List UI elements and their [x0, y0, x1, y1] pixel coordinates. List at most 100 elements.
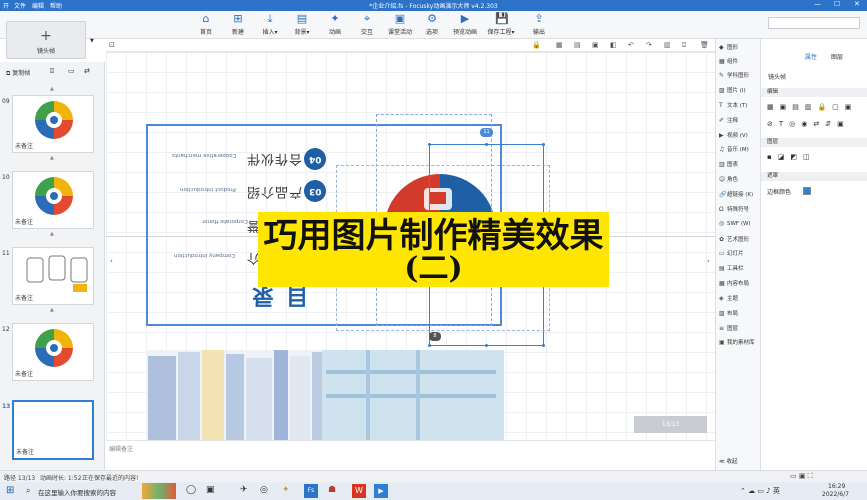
tray-icons[interactable]: ⌃ ☁ ▭ ♪ 英 — [740, 486, 780, 496]
slide-thumbnail-12[interactable]: 未备注 — [12, 323, 94, 381]
ribbon-export-button[interactable]: ⇪ 输出 — [522, 13, 556, 37]
resize-handle[interactable] — [485, 143, 488, 146]
windows-start-icon[interactable]: ⊞ — [6, 485, 14, 496]
redo-icon[interactable]: ↷ — [646, 41, 652, 49]
insert-symbol[interactable]: Ω 特殊符号 — [719, 205, 749, 213]
insert-slide[interactable]: ▭ 幻灯片 — [719, 249, 744, 257]
edit-tools-row1[interactable]: ▦▣▤▥🔒▢▣ — [767, 103, 857, 111]
taskbar-search-input[interactable]: 在这里输入你要搜索的内容 — [38, 487, 116, 497]
insert-annotation[interactable]: ✐ 注释 — [719, 116, 738, 124]
notes-field[interactable]: 编辑备注 — [106, 440, 715, 470]
duration-status: 动画时长: 1:52 — [40, 475, 82, 482]
insert-image[interactable]: ▨ 图片 (I) — [719, 86, 746, 94]
new-icon: ⊞ — [233, 12, 243, 25]
focusky-taskbar-icon[interactable]: Fs — [304, 484, 318, 498]
undo-icon[interactable]: ↶ — [628, 41, 634, 49]
help-search-input[interactable] — [768, 17, 860, 29]
insert-chart[interactable]: ▥ 图表 — [719, 160, 738, 168]
ribbon-animation-button[interactable]: ✦ 动画 — [318, 13, 352, 37]
insert-layer[interactable]: ≡ 图层 — [719, 324, 738, 332]
taskbar-app-icon[interactable]: ☗ — [328, 485, 336, 495]
slide-note-label: 未备注 — [15, 295, 34, 302]
fit-icon[interactable]: ⊡ — [109, 41, 115, 49]
scroll-icon: ▲ — [50, 231, 54, 237]
align-icon[interactable]: ▤ — [574, 41, 581, 49]
edit-tools-row2[interactable]: ⊘T◎◉⇄⇵▣ — [767, 120, 850, 128]
resize-handle[interactable] — [428, 344, 431, 347]
minimize-button[interactable]: — — [814, 0, 821, 8]
taskbar-app-icon[interactable]: ▶ — [374, 484, 388, 498]
wps-taskbar-icon[interactable]: W — [352, 484, 366, 498]
refresh-icon[interactable]: ⇄ — [84, 67, 90, 75]
layer-icon[interactable]: ▥ — [664, 41, 671, 49]
taskbar-app-icon[interactable]: ▣ — [206, 485, 215, 495]
ribbon-label: 预览动画 — [452, 29, 477, 36]
taskbar-app-icon[interactable]: ◎ — [260, 485, 268, 495]
tab-properties[interactable]: 属性 — [805, 52, 817, 61]
zoom-icons[interactable]: ▭ ▣ ⛶ — [790, 472, 813, 481]
scroll-up-icon[interactable]: ▲ — [50, 86, 54, 92]
ribbon-background-button[interactable]: ▤ 背景▾ — [285, 13, 319, 37]
ribbon-preview-button[interactable]: ▶ 预览动画 — [448, 13, 482, 37]
character-icon: ☺ — [719, 176, 726, 183]
insert-content-layout[interactable]: ▦ 内容布局 — [719, 279, 749, 287]
delete-icon[interactable]: 🗑 — [700, 41, 709, 49]
frame-icon[interactable]: ▣ — [592, 41, 599, 49]
slide-thumbnail-09[interactable]: 未备注 — [12, 95, 94, 153]
ribbon-insert-button[interactable]: ⤓ 插入▾ — [253, 13, 287, 37]
insert-my-library[interactable]: ▣ 我的素材库 — [719, 338, 755, 346]
maximize-button[interactable]: ☐ — [834, 0, 840, 8]
ribbon-new-button[interactable]: ⊞ 新建 — [221, 12, 255, 37]
tab-layers[interactable]: 图层 — [831, 52, 843, 61]
title-bar: 开 文件 编辑 帮助 *企业介绍.fs - Focusky动画演示大师 v4.2… — [0, 0, 867, 11]
taskbar-app-icon[interactable]: ✦ — [282, 485, 290, 495]
resize-handle[interactable] — [485, 344, 488, 347]
resize-handle[interactable] — [542, 143, 545, 146]
resize-handle[interactable] — [428, 143, 431, 146]
copy-frame-button[interactable]: ⧉ 复制帧 — [6, 68, 30, 78]
insert-music[interactable]: ♫ 音乐 (M) — [719, 145, 749, 153]
ribbon-options-button[interactable]: ⚙ 选项 — [415, 13, 449, 37]
slide-thumbnail-10[interactable]: 未备注 — [12, 171, 94, 229]
ribbon-home-button[interactable]: ⌂ 首页 — [189, 13, 223, 37]
taskbar-app-icon[interactable]: ✈ — [240, 485, 248, 495]
scroll-right-icon[interactable]: › — [707, 257, 710, 265]
task-view-icon[interactable]: ◯ — [186, 485, 196, 495]
screen-icon[interactable]: ▭ — [68, 67, 75, 75]
border-color-swatch[interactable] — [803, 187, 811, 195]
lens-dropdown-icon[interactable]: ▼ — [90, 38, 94, 44]
camera-icon[interactable]: ⌼ — [50, 67, 54, 76]
insert-character[interactable]: ☺ 角色 — [719, 175, 738, 183]
city-image — [146, 350, 504, 440]
close-button[interactable]: ✕ — [854, 0, 860, 8]
camera-icon[interactable]: ⌼ — [682, 41, 686, 50]
insert-theme[interactable]: ◈ 主题 — [719, 294, 738, 302]
ribbon-label: 插入▾ — [262, 29, 278, 36]
insert-swf[interactable]: ◎ SWF (W) — [719, 220, 751, 227]
insert-text[interactable]: T 文本 (T) — [719, 101, 747, 109]
resize-handle[interactable] — [542, 344, 545, 347]
collapse-button[interactable]: ≪ 收起 — [719, 457, 738, 465]
ribbon-classroom-button[interactable]: ▣ 课堂活动 — [383, 13, 417, 37]
add-lens-frame-button[interactable]: + 镜头帧 — [6, 21, 86, 59]
shape-icon[interactable]: ◧ — [610, 41, 617, 49]
insert-component[interactable]: ▦ 组件 — [719, 57, 738, 65]
insert-video[interactable]: ▶ 视频 (V) — [719, 131, 748, 139]
layer-order-tools[interactable]: ▪◪◩◫ — [767, 153, 816, 161]
slide-thumbnail-11[interactable]: 未备注 — [12, 247, 94, 305]
insert-subject-shape[interactable]: ✎ 学科图形 — [719, 71, 749, 79]
ribbon-save-button[interactable]: 💾 保存工程▾ — [484, 13, 518, 37]
news-widget-icon[interactable] — [142, 483, 176, 499]
insert-layout[interactable]: ▧ 布局 — [719, 309, 738, 317]
ribbon-interaction-button[interactable]: ⌖ 交互 — [350, 13, 384, 37]
grid-icon[interactable]: ▦ — [556, 41, 563, 49]
insert-hyperlink[interactable]: 🔗超链接 (K) — [719, 190, 753, 198]
lock-icon[interactable]: 🔒 — [532, 41, 541, 49]
scroll-left-icon[interactable]: ‹ — [110, 257, 113, 265]
slide-thumbnail-13[interactable]: 未备注 — [12, 400, 94, 460]
search-icon[interactable]: ⌕ — [26, 486, 30, 496]
insert-art-shape[interactable]: ✿ 艺术图形 — [719, 235, 749, 243]
canvas-toolbar: ⊡ ▦ ▤ ▣ ◧ ↶ ↷ ▥ ⌼ 🗑 🔒 — [106, 39, 715, 52]
insert-shape[interactable]: ◆ 图形 — [719, 43, 738, 51]
insert-toolbar[interactable]: ▤ 工具栏 — [719, 264, 744, 272]
